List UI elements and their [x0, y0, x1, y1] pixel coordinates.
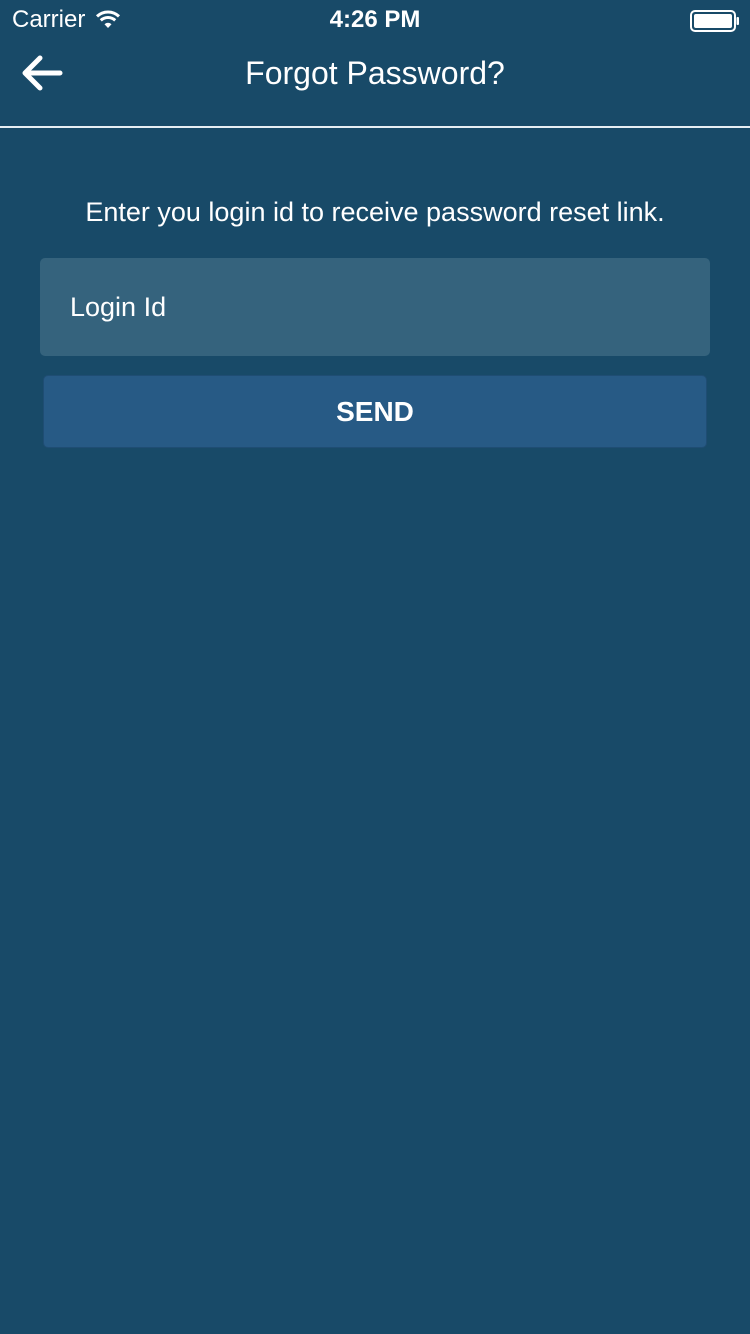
status-time: 4:26 PM	[329, 6, 421, 33]
login-id-input[interactable]	[40, 258, 710, 356]
status-bar: Carrier 4:26 PM	[0, 0, 750, 40]
battery-icon	[690, 10, 739, 32]
instruction-text: Enter you login id to receive password r…	[85, 197, 665, 227]
send-button[interactable]: SEND	[43, 375, 707, 448]
page-title: Forgot Password?	[245, 55, 505, 91]
navigation-bar: Forgot Password?	[0, 40, 750, 128]
